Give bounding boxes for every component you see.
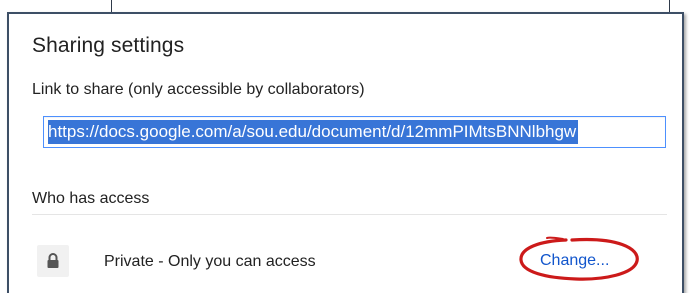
change-access-control[interactable]: Change... [516, 236, 642, 282]
access-status-text: Private - Only you can access [104, 253, 316, 270]
lock-icon [37, 245, 69, 277]
section-divider [32, 214, 667, 215]
share-link-field[interactable]: https://docs.google.com/a/sou.edu/docume… [43, 116, 666, 148]
share-link-selected-text: https://docs.google.com/a/sou.edu/docume… [48, 120, 579, 144]
change-link[interactable]: Change... [540, 252, 609, 270]
link-to-share-label: Link to share (only accessible by collab… [32, 81, 365, 98]
dialog-title: Sharing settings [32, 34, 185, 57]
screenshot-stage: Sharing settings Link to share (only acc… [0, 0, 690, 293]
who-has-access-label: Who has access [32, 190, 150, 207]
